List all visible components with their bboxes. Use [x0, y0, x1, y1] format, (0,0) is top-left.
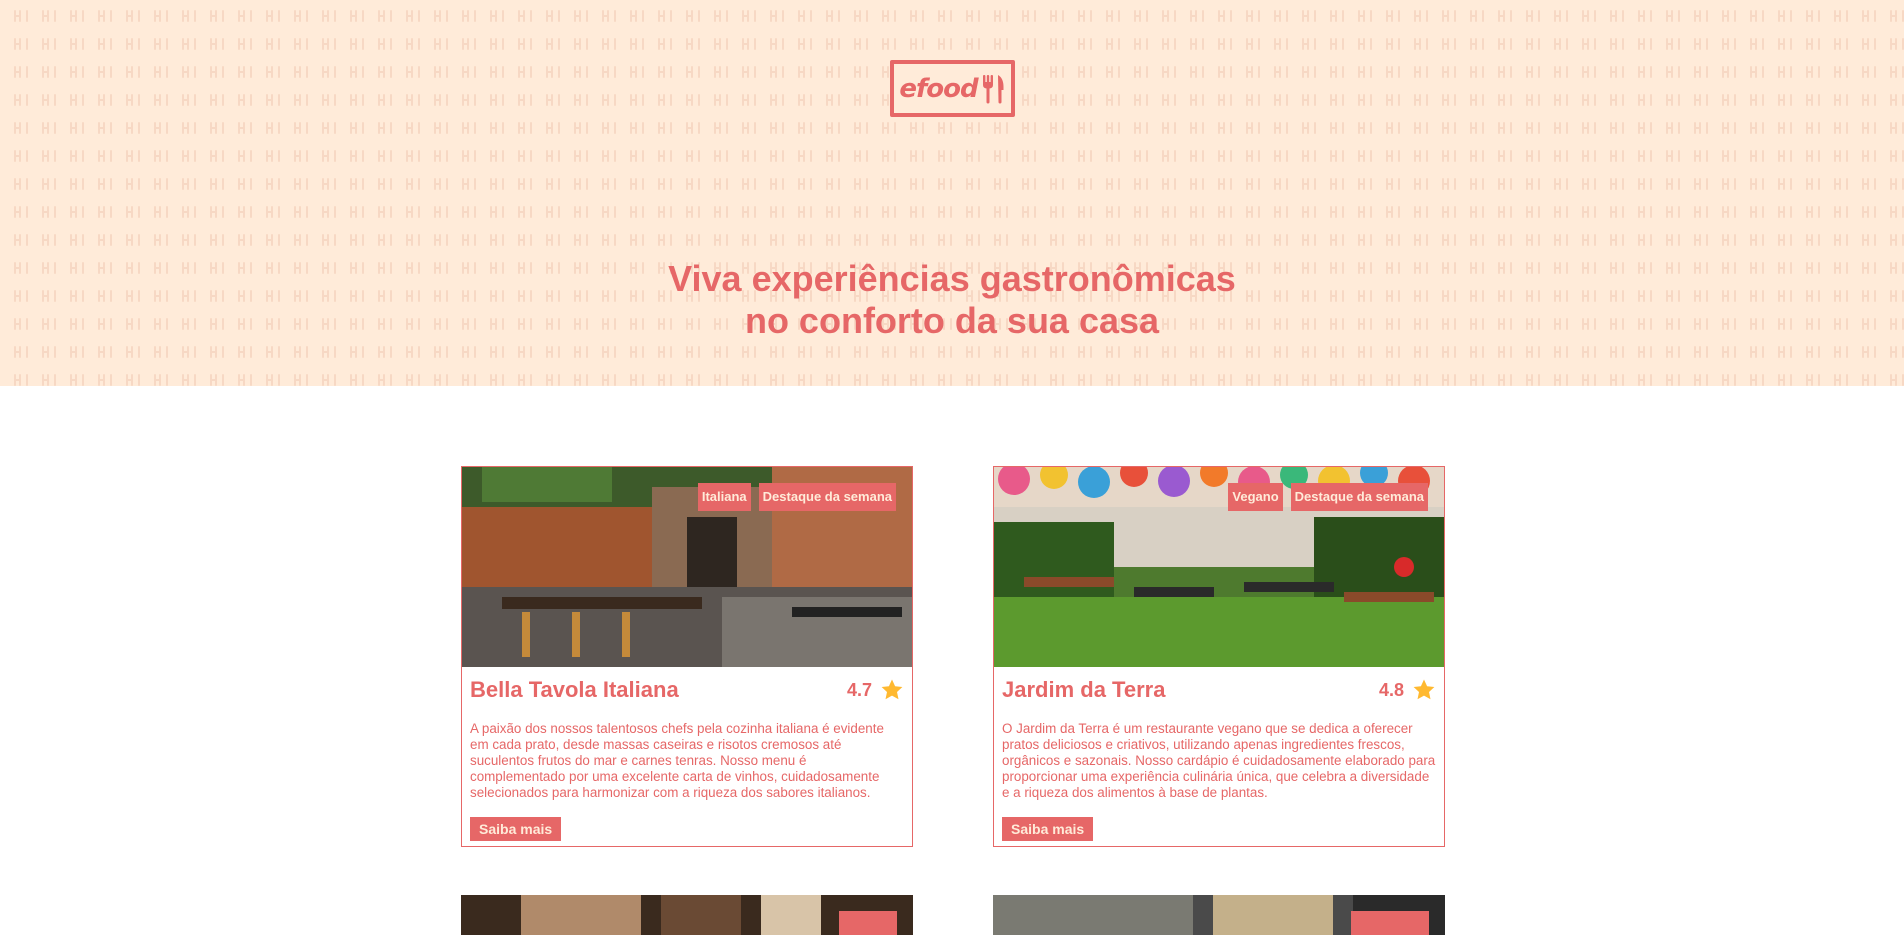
star-icon [1413, 679, 1435, 700]
restaurant-card[interactable]: Italiana Destaque da semana Bella Tavola… [461, 466, 913, 847]
restaurant-description: A paixão dos nossos talentosos chefs pel… [470, 721, 884, 800]
fork-knife-icon [982, 74, 1004, 103]
card-header: Bella Tavola Italiana 4.7 [470, 675, 904, 705]
rating: 4.7 [847, 678, 904, 702]
restaurant-name: Jardim da Terra [1002, 677, 1166, 702]
hero-banner: efood Viva experiências gastronômicas no… [0, 0, 1904, 386]
card-body: Jardim da Terra 4.8 O Jardim da Terra é … [994, 667, 1444, 846]
restaurant-card-partial[interactable] [993, 895, 1445, 935]
tag-list: Italiana Destaque da semana [697, 483, 896, 511]
tag-partial [839, 911, 897, 935]
hero-title-line-1: Viva experiências gastronômicas [668, 258, 1236, 299]
rating-value: 4.8 [1378, 679, 1404, 700]
star-icon [881, 679, 903, 700]
restaurant-description: O Jardim da Terra é um restaurante vegan… [1002, 721, 1436, 800]
restaurant-card[interactable]: Vegano Destaque da semana Jardim da Terr… [993, 466, 1445, 847]
tag-list: Vegano Destaque da semana [1228, 483, 1428, 511]
restaurant-name: Bella Tavola Italiana [470, 677, 679, 702]
card-header: Jardim da Terra 4.8 [1002, 675, 1436, 705]
logo-text: efood [899, 73, 978, 104]
tag-featured: Destaque da semana [758, 483, 896, 511]
hero-title-line-2: no conforto da sua casa [744, 300, 1160, 341]
tag-partial [1351, 911, 1429, 935]
rating-value: 4.7 [846, 679, 872, 700]
restaurant-card-partial[interactable] [461, 895, 913, 935]
tag-cuisine: Italiana [697, 483, 751, 511]
tag-cuisine: Vegano [1228, 483, 1283, 511]
saiba-mais-button[interactable]: Saiba mais [1002, 817, 1094, 841]
rating: 4.8 [1379, 678, 1436, 702]
saiba-mais-button[interactable]: Saiba mais [470, 817, 562, 841]
tag-featured: Destaque da semana [1290, 483, 1428, 511]
hero-title: Viva experiências gastronômicas no confo… [0, 258, 1904, 342]
card-body: Bella Tavola Italiana 4.7 A paixão dos n… [462, 667, 912, 846]
efood-logo[interactable]: efood [890, 60, 1015, 117]
